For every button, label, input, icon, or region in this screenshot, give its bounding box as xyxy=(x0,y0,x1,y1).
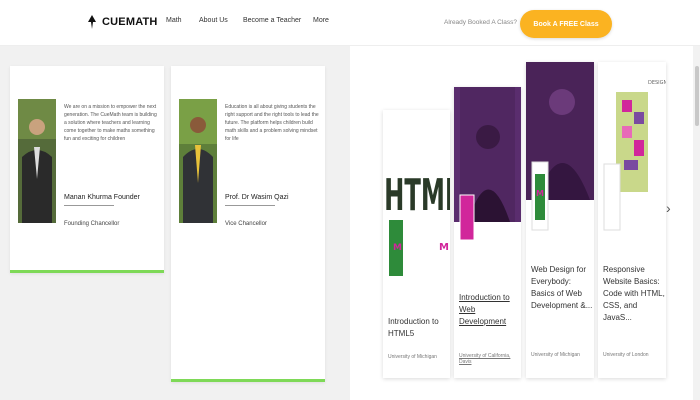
course-provider: University of Michigan xyxy=(388,354,437,360)
course-provider: University of California, Davis xyxy=(459,353,511,365)
top-nav: CUEMATH Math About Us Become a Teacher M… xyxy=(0,0,700,46)
svg-text:M: M xyxy=(393,243,402,253)
page: CUEMATH Math About Us Become a Teacher M… xyxy=(0,0,700,400)
book-free-class-button[interactable]: Book A FREE Class xyxy=(520,10,612,38)
leader-photo xyxy=(179,99,217,223)
course-card[interactable]: M Web Design for Everybody: Basics of We… xyxy=(526,62,594,378)
rocket-icon xyxy=(88,15,96,29)
nav-link-become-teacher[interactable]: Become a Teacher xyxy=(243,17,301,24)
card-accent-bar xyxy=(171,379,325,382)
course-thumbnail xyxy=(454,87,521,267)
course-title: Web Design for Everybody: Basics of Web … xyxy=(531,265,593,310)
course-title: Introduction to HTML5 xyxy=(388,317,439,338)
svg-text:HTML: HTML xyxy=(384,170,450,221)
nav-link-about-us[interactable]: About Us xyxy=(199,17,228,24)
nav-link-more[interactable]: More xyxy=(313,17,329,24)
svg-text:DESIGN: DESIGN xyxy=(648,80,666,86)
leader-role: Founding Chancellor xyxy=(64,221,120,227)
name-underline xyxy=(64,205,114,206)
leader-quote: Education is all about giving students t… xyxy=(225,104,319,142)
leader-name: Prof. Dr Wasim Qazi xyxy=(225,194,289,201)
course-thumbnail: M xyxy=(526,62,594,262)
svg-text:M: M xyxy=(536,189,544,198)
scrollbar-thumb[interactable] xyxy=(695,66,699,126)
course-thumbnail: DESIGN xyxy=(598,62,666,232)
leader-photo xyxy=(18,99,56,223)
logo-text: CUEMATH xyxy=(102,16,158,28)
course-thumbnail: HTML M M xyxy=(383,110,450,285)
course-provider: University of Michigan xyxy=(531,352,580,358)
course-card[interactable]: Introduction to Web Development Universi… xyxy=(454,87,521,378)
person-photo-icon xyxy=(18,99,56,223)
svg-text:M: M xyxy=(439,242,449,253)
logo[interactable]: CUEMATH xyxy=(86,15,158,29)
course-card[interactable]: DESIGN Responsive Website Basics: Code w… xyxy=(598,62,666,378)
leader-name: Manan Khurma Founder xyxy=(64,194,140,201)
course-title[interactable]: Introduction to Web Development xyxy=(459,292,519,328)
nav-link-math[interactable]: Math xyxy=(166,17,182,24)
leader-quote: We are on a mission to empower the next … xyxy=(64,104,157,142)
person-photo-icon xyxy=(179,99,217,223)
card-accent-bar xyxy=(10,270,164,273)
course-provider: University of London xyxy=(603,352,649,358)
leader-card: We are on a mission to empower the next … xyxy=(10,66,164,273)
name-underline xyxy=(225,205,275,206)
leader-role: Vice Chancellor xyxy=(225,221,267,227)
course-title: Responsive Website Basics: Code with HTM… xyxy=(603,265,665,322)
chevron-right-icon[interactable]: › xyxy=(666,200,671,216)
already-booked-link[interactable]: Already Booked A Class? xyxy=(444,19,517,26)
leader-card: Education is all about giving students t… xyxy=(171,66,325,382)
course-card[interactable]: HTML M M Introduction to HTML5 Universit… xyxy=(383,110,450,378)
